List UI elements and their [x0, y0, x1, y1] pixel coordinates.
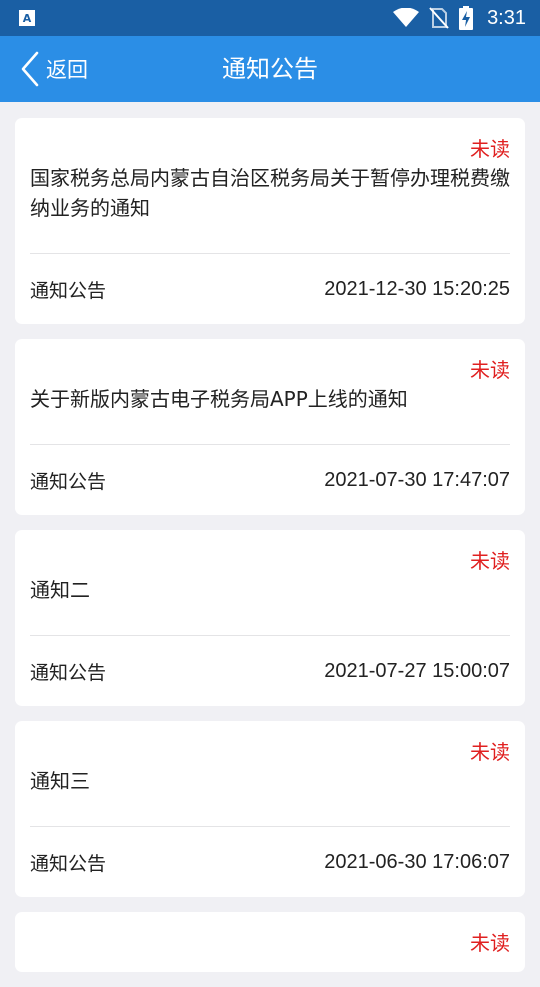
- unread-badge: 未读: [470, 931, 510, 955]
- notice-card[interactable]: 未读 国家税务总局内蒙古自治区税务局关于暂停办理税费缴纳业务的通知 通知公告 2…: [15, 118, 525, 324]
- unread-badge: 未读: [470, 740, 510, 764]
- notice-title: 通知二: [30, 578, 90, 602]
- notice-category: 通知公告: [30, 852, 107, 875]
- notice-meta: 通知公告 2021-12-30 15:20:25: [30, 254, 510, 324]
- notice-category: 通知公告: [30, 661, 107, 684]
- unread-badge: 未读: [470, 137, 510, 161]
- notice-card[interactable]: 未读 通知三 通知公告 2021-06-30 17:06:07: [15, 721, 525, 897]
- notice-card[interactable]: 未读 关于新版内蒙古电子税务局APP上线的通知 通知公告 2021-07-30 …: [15, 339, 525, 515]
- app-header: 返回 通知公告: [0, 36, 540, 102]
- notice-date: 2021-07-30 17:47:07: [324, 468, 510, 491]
- notice-category: 通知公告: [30, 279, 107, 302]
- svg-text:A: A: [23, 12, 32, 25]
- battery-charging-icon: [459, 6, 474, 30]
- notice-title: 国家税务总局内蒙古自治区税务局关于暂停办理税费缴纳业务的通知: [30, 166, 510, 220]
- notice-meta: 通知公告 2021-07-30 17:47:07: [30, 445, 510, 515]
- wifi-icon: [393, 8, 420, 27]
- notice-title: 关于新版内蒙古电子税务局APP上线的通知: [30, 387, 408, 411]
- notice-title: 通知三: [30, 769, 90, 793]
- page-title: 通知公告: [222, 55, 318, 83]
- clock: 3:31: [487, 6, 526, 29]
- unread-badge: 未读: [470, 358, 510, 382]
- notice-meta: 通知公告 2021-07-27 15:00:07: [30, 636, 510, 706]
- unread-badge: 未读: [470, 549, 510, 573]
- notice-date: 2021-06-30 17:06:07: [324, 850, 510, 873]
- notice-card[interactable]: 未读: [15, 912, 525, 972]
- notice-category: 通知公告: [30, 470, 107, 493]
- app-notification-icon: A: [19, 10, 35, 26]
- notice-meta: 通知公告 2021-06-30 17:06:07: [30, 827, 510, 897]
- notice-list: 未读 国家税务总局内蒙古自治区税务局关于暂停办理税费缴纳业务的通知 通知公告 2…: [15, 118, 525, 987]
- notice-date: 2021-07-27 15:00:07: [324, 659, 510, 682]
- no-sim-icon: [429, 7, 449, 29]
- notice-card[interactable]: 未读 通知二 通知公告 2021-07-27 15:00:07: [15, 530, 525, 706]
- notice-date: 2021-12-30 15:20:25: [324, 277, 510, 300]
- status-bar: A 3:31: [0, 0, 540, 36]
